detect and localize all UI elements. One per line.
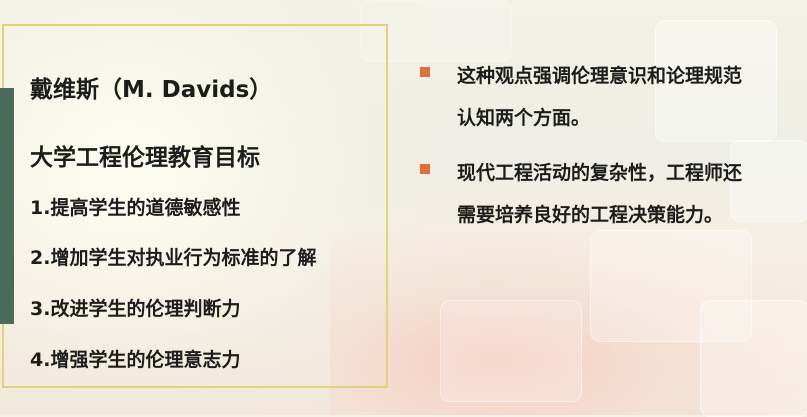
bullet-square-icon [420, 67, 430, 77]
goal-item: 2.增加学生对执业行为标准的了解 [30, 247, 317, 269]
slide-title-goals: 大学工程伦理教育目标 [30, 145, 260, 171]
slide-title-name: 戴维斯（M. Davids） [30, 77, 273, 103]
background-square [700, 300, 807, 417]
bullet-text: 这种观点强调伦理意识和论理规范认知两个方面。 [457, 65, 743, 129]
bullet-square-icon [420, 164, 430, 174]
background-square [440, 300, 582, 402]
goal-item: 1.提高学生的道德敏感性 [30, 197, 241, 219]
goal-item: 3.改进学生的伦理判断力 [30, 298, 241, 320]
goal-item: 4.增强学生的伦理意志力 [30, 349, 241, 371]
bullet-text: 现代工程活动的复杂性，工程师还需要培养良好的工程决策能力。 [457, 162, 743, 226]
accent-bar [0, 88, 14, 324]
